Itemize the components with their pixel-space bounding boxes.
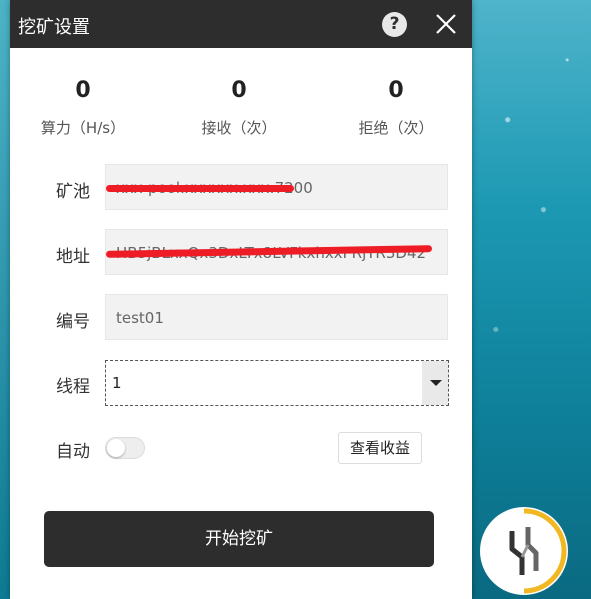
threads-value: 1 <box>112 374 122 392</box>
hashrate-label: 算力（H/s） <box>40 119 126 137</box>
redaction-mark <box>106 185 294 192</box>
rejected-value: 0 <box>388 78 404 103</box>
titlebar: 挖矿设置 ? <box>10 0 472 48</box>
desktop-background-left <box>0 0 10 599</box>
dropdown-arrow-icon[interactable] <box>422 361 448 405</box>
threads-select[interactable]: 1 <box>105 360 449 406</box>
threads-label: 线程 <box>56 377 90 397</box>
accepted-label: 接收（次） <box>201 119 277 137</box>
id-label: 编号 <box>56 312 90 332</box>
mining-settings-window: 挖矿设置 ? 0 算力（H/s） 0 接收（次） 0 拒绝（次） 矿池 xxx-… <box>10 0 472 599</box>
hashrate-stat: 0 算力（H/s） <box>23 78 143 138</box>
worker-id-input[interactable]: test01 <box>105 294 448 340</box>
auto-toggle[interactable] <box>105 437 145 459</box>
pool-input[interactable]: xxx-pool.xxxxxx.xxx:7200 <box>105 164 448 210</box>
accepted-stat: 0 接收（次） <box>179 78 299 138</box>
hashrate-value: 0 <box>75 78 91 103</box>
address-label: 地址 <box>56 247 90 267</box>
pool-label: 矿池 <box>56 182 90 202</box>
address-input[interactable]: HB5jBLxxQx3DxLTx8LVFkxhxxPRjYR3D42 <box>105 229 448 275</box>
toggle-knob <box>107 439 125 457</box>
window-title: 挖矿设置 <box>18 17 90 38</box>
start-mining-button[interactable]: 开始挖矿 <box>44 511 434 567</box>
worker-id-value: test01 <box>116 309 164 327</box>
auto-label: 自动 <box>56 442 90 462</box>
rejected-label: 拒绝（次） <box>358 119 434 137</box>
help-icon[interactable]: ? <box>382 12 407 37</box>
view-earnings-button[interactable]: 查看收益 <box>338 432 422 464</box>
app-logo-icon[interactable] <box>478 505 570 597</box>
accepted-value: 0 <box>231 78 247 103</box>
close-icon[interactable] <box>430 8 462 40</box>
rejected-stat: 0 拒绝（次） <box>336 78 456 138</box>
